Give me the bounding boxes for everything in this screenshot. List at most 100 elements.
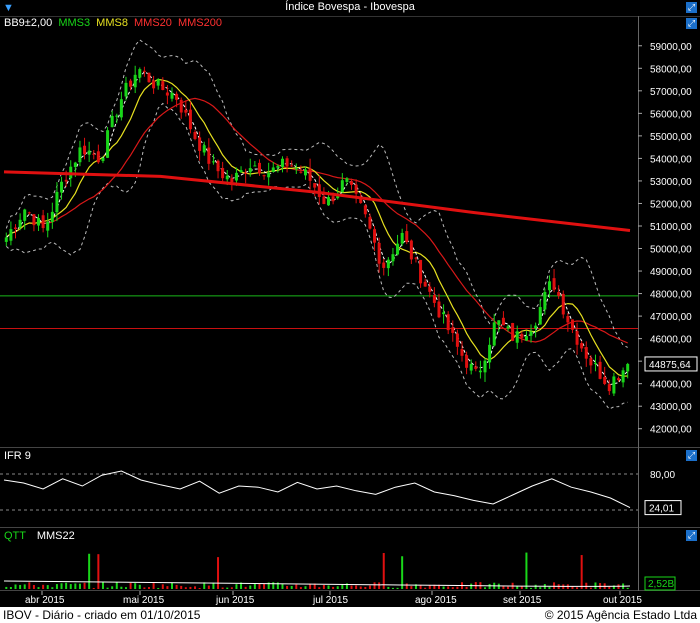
volume-bar	[410, 586, 413, 589]
volume-bar	[295, 584, 298, 589]
volume-bar	[14, 584, 17, 589]
candle-body	[409, 240, 413, 260]
candle-body	[211, 161, 215, 163]
candle-body	[488, 344, 492, 363]
candle-body	[363, 205, 367, 215]
volume-bar	[263, 583, 266, 589]
bollinger-lower	[5, 102, 628, 410]
volume-bar	[189, 586, 192, 589]
candle-body	[101, 157, 105, 162]
candle-body	[506, 326, 510, 329]
volume-qtt-label: QTT	[4, 530, 26, 542]
candle-body	[607, 384, 611, 392]
volume-expand-icon[interactable]: ⤢	[686, 530, 697, 541]
candle-body	[598, 361, 602, 379]
candle-body	[55, 191, 59, 213]
volume-bar	[387, 586, 390, 589]
candle-body	[400, 232, 404, 244]
volume-bar	[626, 587, 629, 589]
candle-body	[396, 243, 400, 255]
candle-body	[331, 196, 335, 202]
volume-bar	[244, 586, 247, 589]
candle-body	[570, 319, 574, 330]
candle-body	[511, 323, 515, 341]
candle-body	[198, 137, 202, 151]
volume-bar	[401, 556, 404, 589]
volume-bar	[249, 585, 252, 589]
candle-body	[92, 153, 96, 155]
volume-bar	[424, 587, 427, 589]
candle-body	[271, 167, 275, 172]
price-tick-label: 47000,00	[650, 312, 692, 323]
volume-bar	[120, 586, 123, 589]
x-tick-label: jul 2015	[312, 595, 348, 606]
price-tick-label: 48000,00	[650, 290, 692, 301]
volume-bar	[456, 586, 459, 589]
candle-body	[317, 184, 321, 197]
candle-body	[538, 307, 542, 325]
volume-bar	[194, 586, 197, 589]
candle-body	[50, 211, 54, 222]
volume-bar	[46, 585, 49, 589]
volume-current-label: 2,52B	[648, 579, 674, 590]
chart-area[interactable]: 59000,00 58000,00 57000,00 56000,00 55000,00…	[0, 0, 700, 607]
volume-bar	[290, 585, 293, 589]
ifr-expand-icon[interactable]: ⤢	[686, 450, 697, 461]
volume-bar	[525, 552, 528, 589]
volume-bar	[115, 582, 118, 589]
candle-body	[547, 281, 551, 291]
candle-body	[327, 197, 331, 206]
volume-bar	[138, 584, 141, 589]
candle-body	[561, 293, 565, 315]
candle-body	[124, 82, 128, 97]
candle-body	[557, 292, 561, 296]
volume-bar	[405, 583, 408, 589]
volume-bar	[507, 586, 510, 589]
candle-body	[423, 281, 427, 287]
candle-body	[119, 99, 123, 118]
candle-body	[161, 81, 165, 90]
candle-body	[474, 366, 478, 369]
volume-bar	[161, 584, 164, 589]
candle-body	[446, 314, 450, 331]
price-expand-icon[interactable]: ⤢	[686, 18, 697, 29]
volume-bar	[230, 587, 233, 589]
volume-bar	[580, 555, 583, 589]
volume-bar	[143, 587, 146, 589]
price-tick-label: 54000,00	[650, 154, 692, 165]
candle-body	[386, 259, 390, 269]
volume-bar	[553, 582, 556, 589]
volume-bar	[97, 554, 100, 589]
volume-bar	[23, 584, 26, 589]
candle-body	[37, 218, 41, 226]
volume-bar	[198, 587, 201, 589]
volume-bar	[336, 586, 339, 589]
candle-body	[83, 145, 87, 155]
candle-body	[18, 219, 22, 228]
volume-bar	[373, 582, 376, 589]
candle-body	[414, 257, 418, 259]
volume-legend: QTT MMS22	[4, 530, 75, 542]
candle-body	[520, 333, 524, 338]
candle-body	[207, 147, 211, 164]
candle-body	[566, 316, 570, 323]
candle-body	[193, 132, 197, 139]
volume-bar	[286, 585, 289, 589]
candle-body	[543, 291, 547, 310]
candle-body	[230, 178, 234, 183]
volume-bar	[226, 587, 229, 589]
volume-bar	[28, 582, 31, 589]
candle-body	[382, 262, 386, 268]
volume-bar	[88, 553, 91, 589]
price-tick-label: 55000,00	[650, 132, 692, 143]
volume-bar	[548, 586, 551, 589]
candle-body	[129, 80, 133, 87]
candle-body	[27, 212, 31, 214]
candle-body	[285, 158, 289, 167]
price-tick-label: 46000,00	[650, 335, 692, 346]
candle-body	[32, 214, 36, 226]
candle-body	[483, 360, 487, 373]
volume-bar	[42, 584, 45, 589]
price-tick-label: 51000,00	[650, 222, 692, 233]
candle-body	[478, 370, 482, 373]
